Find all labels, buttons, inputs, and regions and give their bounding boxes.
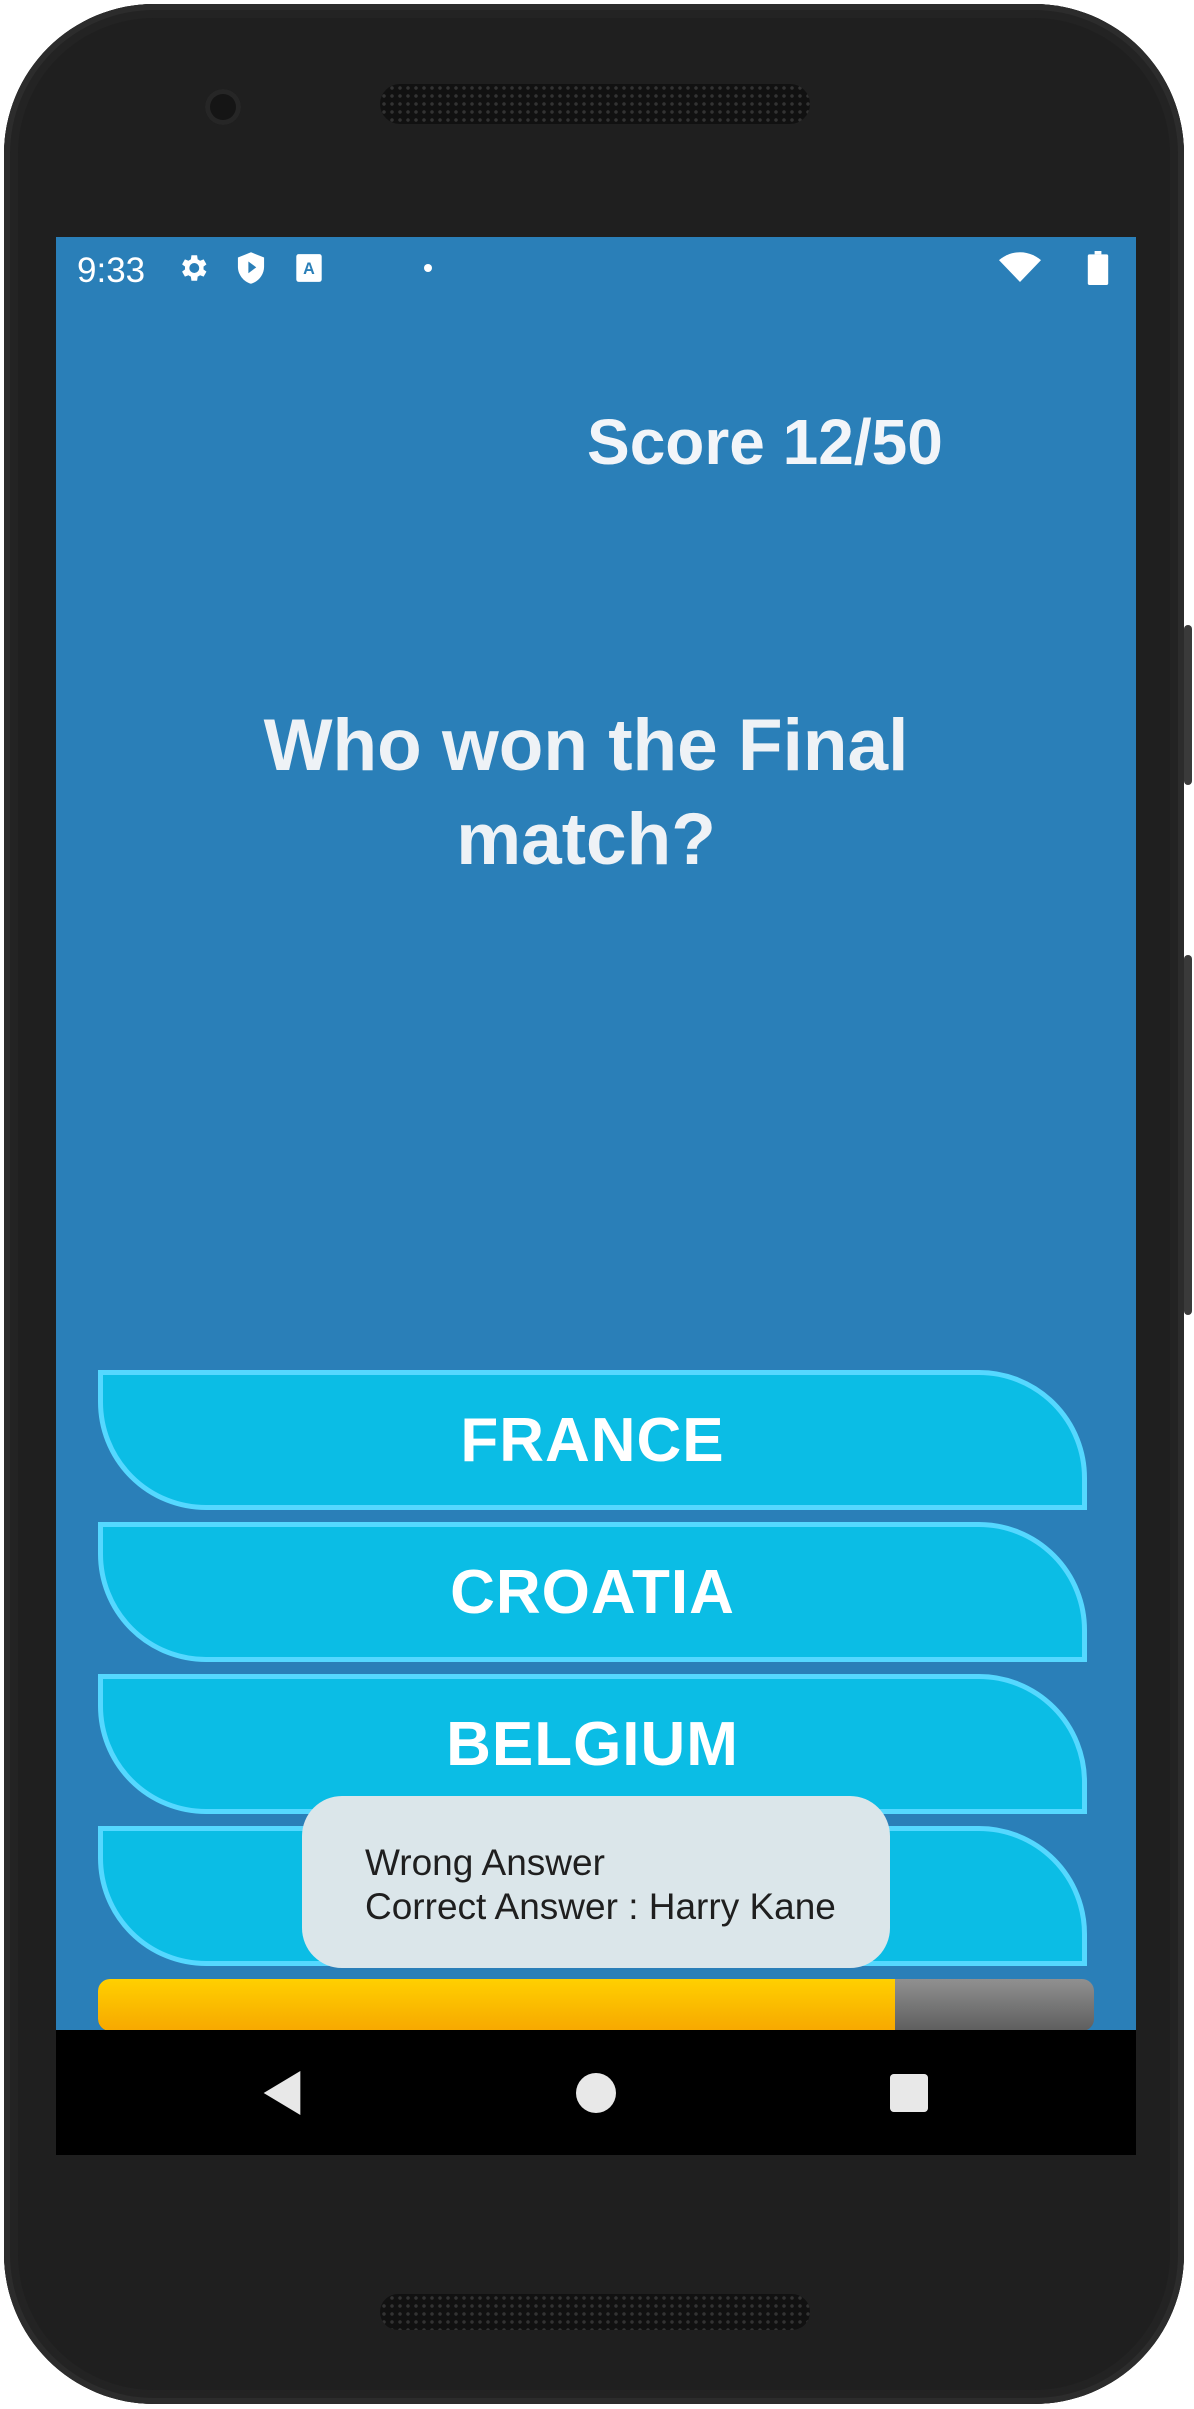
score-label: Score 12/50	[587, 406, 943, 478]
text-a-icon: A	[292, 251, 326, 285]
back-icon[interactable]	[259, 2070, 305, 2116]
wifi-icon	[998, 251, 1042, 285]
timer-progress-fill	[98, 1979, 895, 2031]
notification-dot-icon	[411, 251, 445, 285]
front-camera	[205, 89, 241, 125]
home-icon[interactable]	[573, 2070, 619, 2116]
answer-button-croatia[interactable]: CROATIA	[98, 1522, 1087, 1662]
app-screen: 9:33 A Score 12/50 Who won the Final mat…	[56, 237, 1136, 2155]
navigation-bar	[56, 2030, 1136, 2155]
answer-button-france[interactable]: FRANCE	[98, 1370, 1087, 1510]
phone-frame: 9:33 A Score 12/50 Who won the Final mat…	[4, 4, 1184, 2404]
toast-correct-answer: Correct Answer : Harry Kane	[365, 1886, 836, 1927]
top-speaker-grille	[380, 84, 810, 124]
shield-icon	[234, 251, 268, 285]
toast-title: Wrong Answer	[365, 1842, 605, 1883]
battery-icon	[1086, 251, 1110, 285]
status-bar: 9:33 A	[56, 237, 1136, 301]
volume-button	[1184, 955, 1192, 1315]
gear-icon	[176, 251, 210, 285]
power-button	[1184, 625, 1192, 785]
svg-text:A: A	[303, 260, 315, 278]
timer-progress-bar	[98, 1979, 1094, 2031]
recents-icon[interactable]	[886, 2070, 932, 2116]
bottom-speaker-grille	[380, 2294, 810, 2330]
toast-message: Wrong Answer Correct Answer : Harry Kane	[302, 1796, 890, 1968]
answer-button-belgium[interactable]: BELGIUM	[98, 1674, 1087, 1814]
question-text: Who won the Final match?	[263, 705, 909, 880]
status-time: 9:33	[77, 251, 146, 290]
